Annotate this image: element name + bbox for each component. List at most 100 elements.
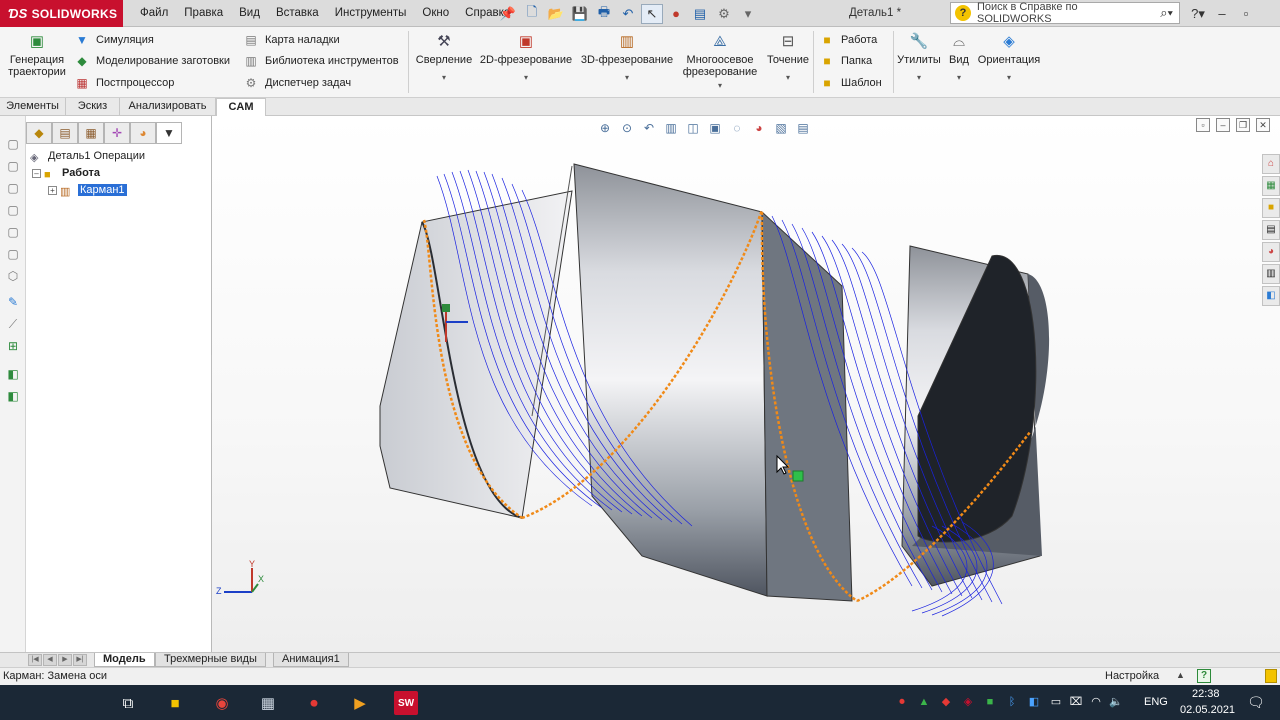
tab-animation[interactable]: Анимация1 — [273, 653, 349, 667]
menu-view[interactable]: Вид — [231, 0, 268, 27]
box-icon[interactable]: ▢ — [5, 202, 21, 218]
task-manager-button[interactable]: ⚙ Диспетчер задач — [243, 74, 351, 92]
tray-app-icon[interactable]: ◆ — [938, 694, 954, 710]
tab-features[interactable]: Элементы — [0, 98, 66, 116]
traffic-light-icon[interactable]: ● — [665, 4, 687, 24]
dropdown-arrow-icon[interactable]: ▾ — [764, 72, 812, 84]
dropdown-arrow-icon[interactable]: ▾ — [478, 72, 574, 84]
tray-app-icon[interactable]: ⌧ — [1068, 694, 1084, 710]
expand-icon[interactable]: + — [48, 185, 57, 195]
wifi-icon[interactable]: ◠ — [1088, 694, 1104, 710]
tab-3d-views[interactable]: Трехмерные виды — [155, 653, 266, 667]
tool-library-button[interactable]: ▥ Библиотека инструментов — [243, 52, 398, 70]
new-document-icon[interactable]: 🗋 — [521, 4, 543, 24]
grip-point-icon[interactable] — [792, 470, 804, 482]
stock-modeling-button[interactable]: ◆ Моделирование заготовки — [74, 52, 230, 70]
first-tab-icon[interactable]: |◀ — [28, 654, 42, 666]
calculator-icon[interactable]: ▦ — [256, 691, 280, 715]
options-gear-icon[interactable]: ⚙ — [713, 4, 735, 24]
help-search-box[interactable]: ? Поиск в Справке по SOLIDWORKS ⌕▾ — [950, 1, 1180, 25]
template-button[interactable]: ■ Шаблон — [819, 74, 881, 92]
bluetooth-icon[interactable]: ᛒ — [1004, 694, 1020, 710]
drilling-button[interactable]: ⚒ Сверление ▾ — [413, 33, 475, 84]
folder-button[interactable]: ■ Папка — [819, 52, 872, 70]
display-manager-tab-icon[interactable]: ◕ — [130, 122, 156, 144]
simulation-button[interactable]: ▼ Симуляция — [74, 31, 154, 49]
postprocessor-button[interactable]: ▦ Постпроцессор — [74, 74, 174, 92]
graphics-area[interactable]: ⊕ ⊙ ↶ ▥ ◫ ▣ ◌ ◕ ▧ ▤ ▫ – ❐ ✕ ⌂ ▦ ■ ▤ ◕ ▥ … — [212, 116, 1280, 652]
task-view-icon[interactable]: ⧉ — [116, 691, 140, 715]
save-icon[interactable]: 💾 — [569, 4, 591, 24]
sketch-pencil-icon[interactable]: ✎ — [5, 294, 21, 310]
job-button[interactable]: ■ Работа — [819, 31, 877, 49]
tree-item-job[interactable]: – ■ Работа — [30, 165, 210, 182]
tab-sketch[interactable]: Эскиз — [66, 98, 120, 116]
tab-cam[interactable]: CAM — [216, 98, 266, 116]
view-button[interactable]: ⌓ Вид ▾ — [944, 33, 974, 84]
dropdown-arrow-icon[interactable]: ▾ — [896, 72, 942, 84]
status-help-icon[interactable]: ? — [1197, 669, 1211, 683]
print-icon[interactable]: 🖶 — [593, 4, 615, 24]
feature-tree-tab-icon[interactable]: ◆ — [26, 122, 52, 144]
help-menu-icon[interactable]: ?▾ — [1186, 6, 1210, 22]
notifications-icon[interactable]: 🗨 — [1247, 694, 1265, 710]
language-indicator[interactable]: ENG — [1144, 696, 1168, 708]
dropdown-arrow-icon[interactable]: ▾ — [578, 72, 676, 84]
record-icon[interactable]: ⏺ — [302, 691, 326, 715]
box-icon[interactable]: ▢ — [5, 246, 21, 262]
open-folder-icon[interactable]: 📂 — [545, 4, 567, 24]
restore-icon[interactable]: ▫ — [1234, 6, 1258, 21]
previous-tab-icon[interactable]: ◀ — [43, 654, 57, 666]
menu-tools[interactable]: Инструменты — [327, 0, 415, 27]
line-icon[interactable]: ⟋ — [5, 316, 21, 332]
hexagon-icon[interactable]: ⬡ — [5, 268, 21, 284]
clock-time[interactable]: 22:38 — [1192, 688, 1220, 700]
tree-item-pocket[interactable]: + ▥ Карман1 — [30, 182, 210, 199]
dropdown-arrow-icon[interactable]: ▾ — [944, 72, 974, 84]
file-explorer-icon[interactable]: ■ — [163, 691, 187, 715]
model-view[interactable]: Z Y X — [212, 116, 1280, 652]
dimxpert-tab-icon[interactable]: ✛ — [104, 122, 130, 144]
tray-app-icon[interactable]: ▲ — [916, 694, 932, 710]
layers-icon[interactable]: ◧ — [5, 388, 21, 404]
layers-icon[interactable]: ◧ — [5, 366, 21, 382]
grid-icon[interactable]: ⊞ — [5, 338, 21, 354]
network-icon[interactable]: ▭ — [1048, 694, 1064, 710]
next-tab-icon[interactable]: ▶ — [58, 654, 72, 666]
turning-button[interactable]: ⊟ Точение ▾ — [764, 33, 812, 84]
tab-model[interactable]: Модель — [94, 653, 155, 667]
menu-file[interactable]: Файл — [132, 0, 176, 27]
solidworks-taskbar-icon[interactable]: SW — [394, 691, 418, 715]
menu-insert[interactable]: Вставка — [268, 0, 327, 27]
multiaxis-milling-button[interactable]: ⟁ Многоосевое фрезерование ▾ — [680, 33, 760, 92]
dropdown-arrow-icon[interactable]: ▾ — [975, 72, 1043, 84]
units-up-arrow-icon[interactable]: ▲ — [1176, 670, 1185, 680]
box-icon[interactable]: ▢ — [5, 158, 21, 174]
undo-icon[interactable]: ↶ — [617, 4, 639, 24]
pin-icon[interactable]: 📌 — [497, 4, 519, 24]
tray-app-icon[interactable]: ■ — [982, 694, 998, 710]
3d-milling-button[interactable]: ▥ 3D-фрезерование ▾ — [578, 33, 676, 84]
2d-milling-button[interactable]: ▣ 2D-фрезерование ▾ — [478, 33, 574, 84]
cam-operation-tree-tab-icon[interactable]: ▼ — [156, 122, 182, 144]
clock-date[interactable]: 02.05.2021 — [1180, 704, 1235, 716]
volume-icon[interactable]: 🔈 — [1108, 694, 1124, 710]
tray-solidworks-icon[interactable]: ◈ — [960, 694, 976, 710]
menu-window[interactable]: Окно — [414, 0, 457, 27]
minimize-icon[interactable]: – — [1210, 6, 1234, 21]
tray-app-icon[interactable]: ◧ — [1026, 694, 1042, 710]
box-icon[interactable]: ▢ — [5, 180, 21, 196]
orientation-button[interactable]: ◈ Ориентация ▾ — [975, 33, 1043, 84]
utilities-button[interactable]: 🔧 Утилиты ▾ — [896, 33, 942, 84]
select-arrow-icon[interactable]: ↖ — [641, 3, 663, 24]
solidworks-logo[interactable]: ƊS SOLIDWORKS — [0, 0, 123, 27]
search-icon[interactable]: ⌕▾ — [1154, 5, 1179, 21]
dropdown-arrow-icon[interactable]: ▾ — [680, 80, 760, 92]
generate-toolpath-button[interactable]: ▣ Генерация траектории — [6, 33, 68, 78]
dropdown-arrow-icon[interactable]: ▾ — [413, 72, 475, 84]
box-icon[interactable]: ▢ — [5, 136, 21, 152]
last-tab-icon[interactable]: ▶| — [73, 654, 87, 666]
toolbar-more-icon[interactable]: ▾ — [737, 4, 759, 24]
property-manager-tab-icon[interactable]: ▤ — [52, 122, 78, 144]
status-resize-icon[interactable] — [1265, 669, 1277, 683]
